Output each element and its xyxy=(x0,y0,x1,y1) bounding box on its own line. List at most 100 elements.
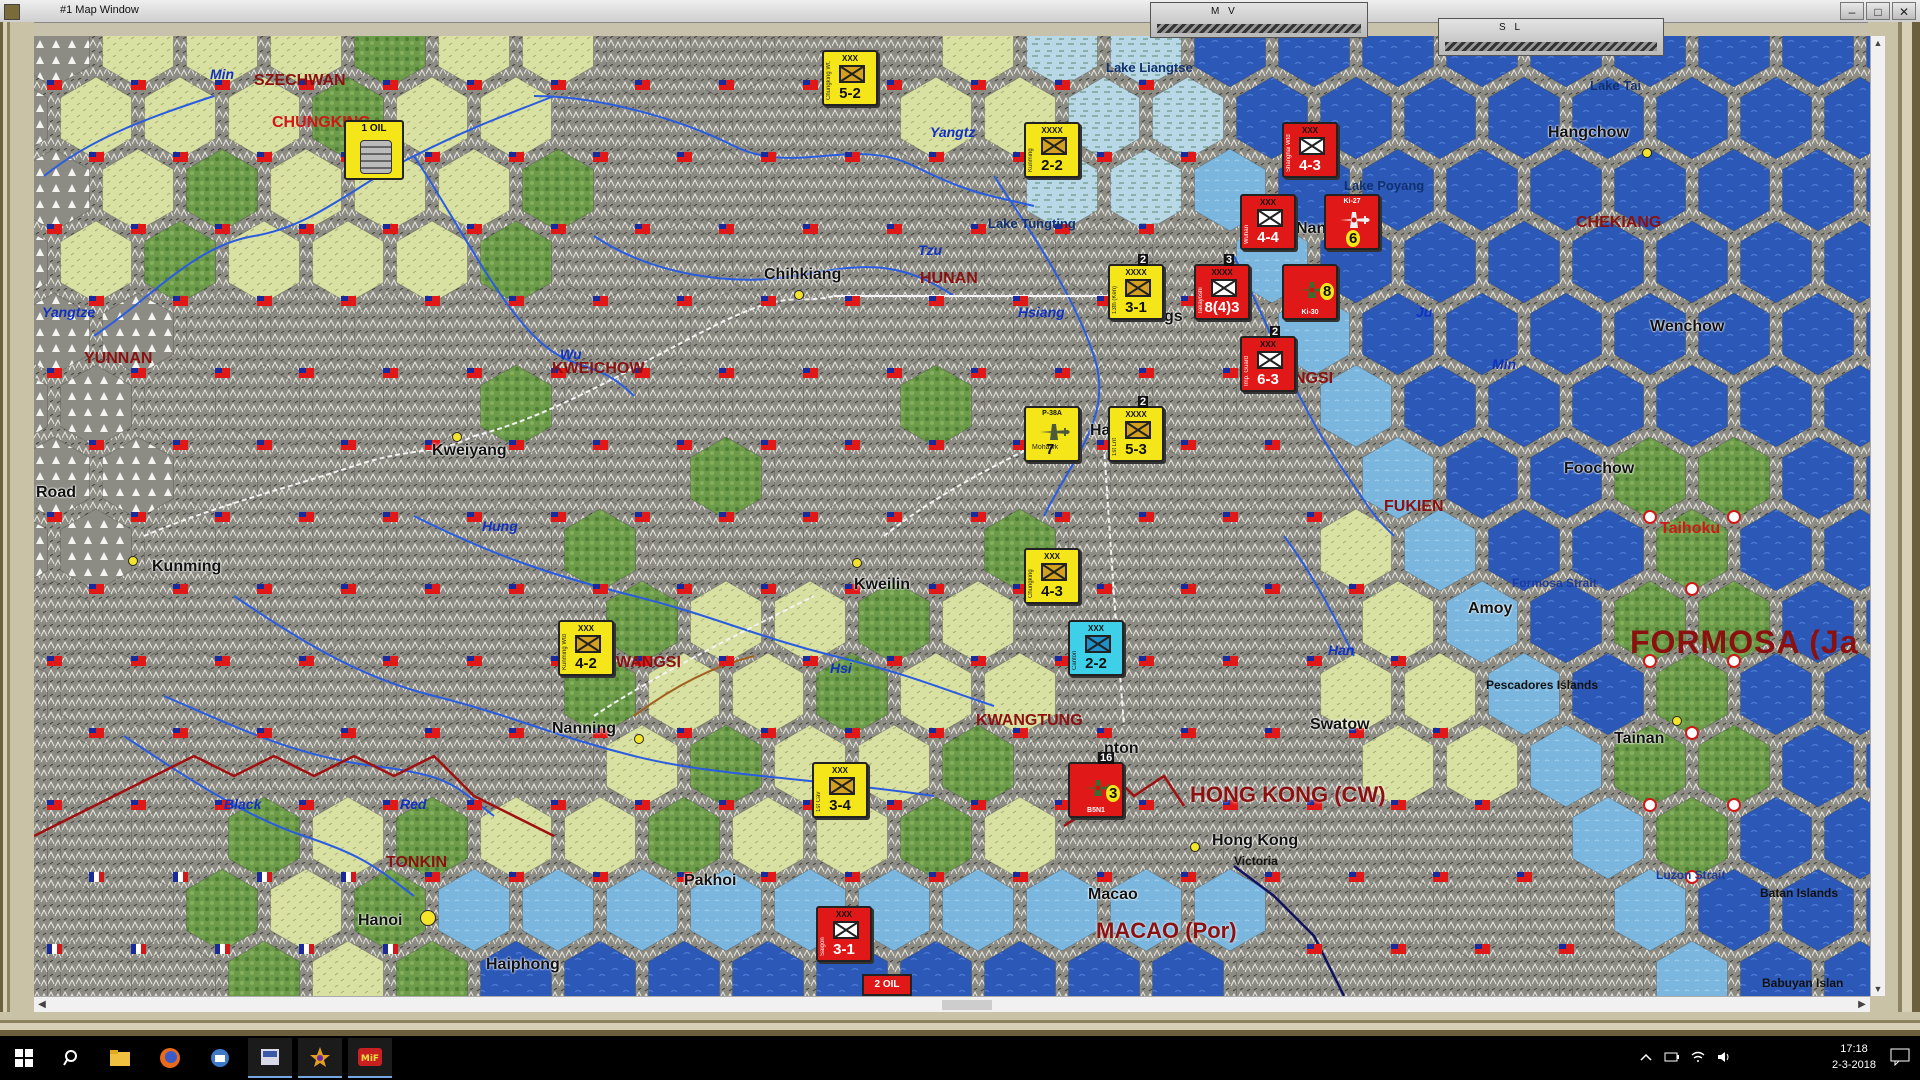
battery-icon xyxy=(1664,1052,1679,1062)
vertical-scrollbar[interactable]: ▲ ▼ xyxy=(1870,36,1885,996)
china-flag-icon xyxy=(509,728,524,738)
map-viewport[interactable]: SZECHWAN YUNNAN KWEICHOW HUNAN FUKIEN KW… xyxy=(34,36,1870,996)
unit-counter[interactable]: 2 XXXX 1st Lnt 5-3 xyxy=(1108,396,1164,462)
city-kweilin[interactable]: Kweilin xyxy=(854,576,910,594)
clock-date: 2-3-2018 xyxy=(1831,1059,1876,1071)
unit-counter[interactable]: XXX Chungking 4-3 xyxy=(1024,548,1080,604)
oil-resource-chungking[interactable]: 1 OIL xyxy=(344,120,404,180)
scroll-up-icon[interactable]: ▲ xyxy=(1871,36,1885,50)
river-wu: Wu xyxy=(560,346,582,362)
scroll-thumb[interactable] xyxy=(942,1000,992,1010)
horizontal-scrollbar[interactable]: ◀ ▶ xyxy=(34,996,1870,1013)
city-nanning[interactable]: Nanning xyxy=(552,720,616,738)
file-explorer-icon[interactable] xyxy=(98,1038,142,1078)
unit-counter[interactable]: XXX Wuhan 4-4 xyxy=(1240,194,1296,250)
panel-slider[interactable] xyxy=(1445,42,1657,51)
unit-strength: 4-2 xyxy=(575,655,597,672)
taskbar: MiF 17:18 2-3-2018 xyxy=(0,1036,1920,1080)
china-flag-icon xyxy=(1181,152,1196,162)
city-hangchow[interactable]: Hangchow xyxy=(1548,124,1629,142)
china-flag-icon xyxy=(299,368,314,378)
japan-flag-icon xyxy=(1643,798,1657,812)
french-flag-icon xyxy=(89,872,104,882)
river-yangtze-west: Yangtze xyxy=(42,304,96,320)
city-chihkiang[interactable]: Chihkiang xyxy=(764,266,841,284)
air-unit-counter[interactable]: Ki-27 6 xyxy=(1324,194,1380,250)
city-pakhoi[interactable]: Pakhoi xyxy=(684,872,736,890)
unit-counter[interactable]: 2 XXXX 13th (Ken) 3-1 xyxy=(1108,254,1164,320)
china-flag-icon xyxy=(761,728,776,738)
city-haiphong[interactable]: Haiphong xyxy=(486,956,560,974)
oil-resource-south[interactable]: 2 OIL xyxy=(862,974,912,996)
game-icon[interactable] xyxy=(298,1038,342,1078)
china-flag-icon xyxy=(509,296,524,306)
close-button[interactable]: ✕ xyxy=(1892,2,1916,20)
panel-slider[interactable] xyxy=(1157,24,1361,33)
scroll-right-icon[interactable]: ▶ xyxy=(1854,997,1870,1013)
china-flag-icon xyxy=(1055,368,1070,378)
svg-text:MiF: MiF xyxy=(361,1054,379,1064)
unit-strength: 6-3 xyxy=(1257,371,1279,388)
app-icon[interactable] xyxy=(248,1038,292,1078)
scroll-left-icon[interactable]: ◀ xyxy=(34,997,50,1013)
city-victoria[interactable]: Victoria xyxy=(1234,854,1278,868)
china-flag-icon xyxy=(1307,512,1322,522)
hex-map[interactable] xyxy=(34,36,1870,996)
mail-icon[interactable] xyxy=(198,1038,242,1078)
country-hongkong: HONG KONG (CW) xyxy=(1190,782,1386,807)
unit-counter[interactable]: 3 XXXX Takayoshi 8(4)3 xyxy=(1194,254,1250,320)
china-flag-icon xyxy=(1349,584,1364,594)
firefox-icon[interactable] xyxy=(148,1038,192,1078)
unit-counter[interactable]: 2 XXX Imp. Guard 6-3 xyxy=(1240,326,1296,392)
unit-counter[interactable]: XXX Canton 2-2 xyxy=(1068,620,1124,676)
mwif-icon[interactable]: MiF xyxy=(348,1038,392,1078)
infantry-symbol-icon xyxy=(1257,209,1283,227)
unit-strength: 2-2 xyxy=(1041,157,1063,174)
city-swatow[interactable]: Swatow xyxy=(1310,716,1370,734)
city-foochow[interactable]: Foochow xyxy=(1564,460,1634,478)
china-flag-icon xyxy=(1391,800,1406,810)
unit-counter[interactable]: XXX Chungking Wt. 5-2 xyxy=(822,50,878,106)
unit-counter[interactable]: XXX Shanghai Wtd 4-3 xyxy=(1282,122,1338,178)
city-tainan[interactable]: Tainan xyxy=(1614,730,1664,748)
unit-counter[interactable]: XXX Saigon 3-1 xyxy=(816,906,872,962)
city-amoy[interactable]: Amoy xyxy=(1468,600,1512,618)
city-kweiyang[interactable]: Kweiyang xyxy=(432,442,507,460)
maximize-button[interactable]: □ xyxy=(1866,2,1890,20)
unit-counter[interactable]: XXX Kunming Wtd 4-2 xyxy=(558,620,614,676)
clock[interactable]: 17:18 2-3-2018 xyxy=(1832,1041,1876,1073)
unit-counter[interactable]: XXXX Kunming 2-2 xyxy=(1024,122,1080,178)
start-icon[interactable] xyxy=(2,1038,46,1078)
unit-counter[interactable]: XXX 1st Cav 3-4 xyxy=(812,762,868,818)
air-unit-counter[interactable]: 16 B5N1 3 xyxy=(1068,752,1124,818)
air-unit-counter[interactable]: Ki-30 8 xyxy=(1282,264,1338,320)
china-flag-icon xyxy=(551,224,566,234)
china-flag-icon xyxy=(1013,872,1028,882)
air-unit-counter[interactable]: P-38A Mohawk 7 xyxy=(1024,406,1080,462)
clock-time: 17:18 xyxy=(1840,1043,1868,1055)
search-icon[interactable] xyxy=(50,1038,94,1078)
city-changsha-partial[interactable]: gs xyxy=(1164,308,1183,326)
china-flag-icon xyxy=(1559,944,1574,954)
city-hanoi[interactable]: Hanoi xyxy=(358,912,402,930)
china-flag-icon xyxy=(173,296,188,306)
china-flag-icon xyxy=(1433,872,1448,882)
city-hongkong[interactable]: Hong Kong xyxy=(1212,832,1298,850)
minimize-button[interactable]: – xyxy=(1840,2,1864,20)
china-flag-icon xyxy=(47,800,62,810)
china-flag-icon xyxy=(971,80,986,90)
city-wenchow[interactable]: Wenchow xyxy=(1650,318,1724,336)
city-macao[interactable]: Macao xyxy=(1088,886,1138,904)
mini-panel-sl[interactable]: S L xyxy=(1438,18,1664,56)
scroll-down-icon[interactable]: ▼ xyxy=(1871,982,1885,996)
china-flag-icon xyxy=(1223,656,1238,666)
mini-panel-mv[interactable]: M V xyxy=(1150,2,1368,38)
city-kunming[interactable]: Kunming xyxy=(152,558,221,576)
city-taihoku[interactable]: Taihoku xyxy=(1660,520,1720,538)
china-flag-icon xyxy=(1475,800,1490,810)
china-flag-icon xyxy=(425,296,440,306)
city-marker-nanning xyxy=(634,734,644,744)
china-flag-icon xyxy=(467,656,482,666)
system-tray[interactable] xyxy=(1620,1036,1740,1080)
notification-icon[interactable] xyxy=(1890,1048,1912,1068)
